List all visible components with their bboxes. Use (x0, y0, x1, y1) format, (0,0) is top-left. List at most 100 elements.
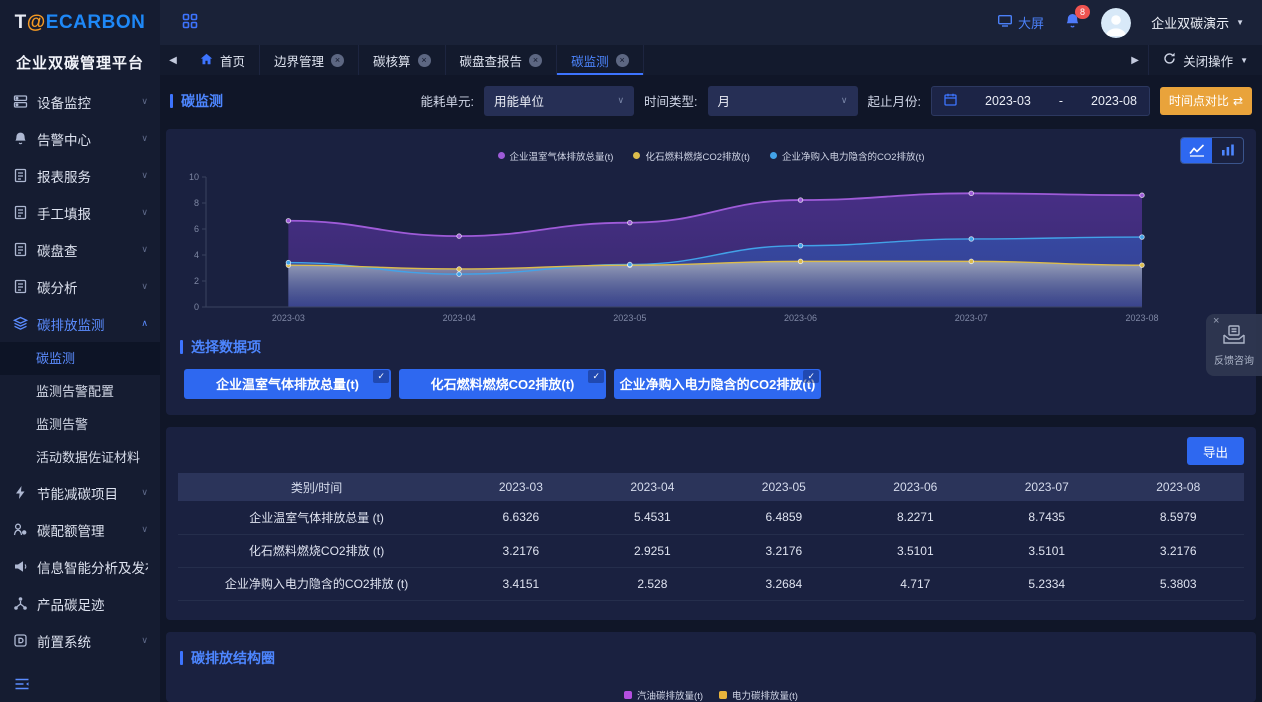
tab-close-icon[interactable]: × (331, 54, 344, 67)
notifications-button[interactable]: 8 (1064, 12, 1081, 33)
feedback-widget[interactable]: × 反馈咨询 (1206, 314, 1262, 376)
energy-unit-select[interactable]: 用能单位 ∨ (484, 86, 634, 116)
chevron-up-icon: ∧ (141, 318, 148, 329)
svg-text:8: 8 (194, 198, 199, 208)
table-row: 企业净购入电力隐含的CO2排放 (t) 3.4151 2.528 3.2684 … (178, 567, 1244, 600)
sidebar-collapse-toggle[interactable] (0, 668, 160, 702)
emissions-area-chart[interactable]: 02468102023-032023-042023-052023-062023-… (176, 165, 1260, 329)
tab-home[interactable]: 首页 (186, 45, 260, 75)
brand-logo[interactable]: T@ECARBON (0, 0, 160, 46)
table-header-cell: 2023-07 (981, 473, 1112, 501)
feedback-label: 反馈咨询 (1214, 352, 1254, 367)
legend-item[interactable]: 电力碳排放量(t) (719, 688, 798, 702)
platform-title: 企业双碳管理平台 (0, 46, 160, 83)
sidebar-item-manual-report[interactable]: 手工填报 ∨ (0, 194, 160, 231)
tabs-scroll-left[interactable]: ◀ (160, 45, 186, 75)
tab-close-icon[interactable]: × (616, 54, 629, 67)
sidebar-item-carbon-quota[interactable]: 碳配额管理 ∨ (0, 511, 160, 548)
bar-chart-toggle[interactable] (1212, 138, 1243, 163)
row-label: 企业净购入电力隐含的CO2排放 (t) (178, 567, 455, 600)
line-chart-toggle[interactable] (1181, 138, 1212, 163)
title-bar-decoration (170, 94, 173, 108)
tab-boundary-management[interactable]: 边界管理 × (260, 45, 359, 75)
time-compare-button[interactable]: 时间点对比 ⇄ (1160, 87, 1252, 115)
sidebar-item-label: 碳盘查 (37, 240, 141, 260)
tab-bar: ◀ 首页 边界管理 × 碳核算 × 碳盘查报告 × 碳监测 × ▶ (160, 45, 1262, 75)
refresh-icon (1163, 52, 1176, 68)
sidebar-subitem-carbon-monitoring[interactable]: 碳监测 (0, 342, 160, 375)
sidebar-item-carbon-emission-monitoring[interactable]: 碳排放监测 ∧ (0, 305, 160, 342)
table-cell: 3.2684 (718, 567, 849, 600)
sidebar-item-label: 设备监控 (37, 92, 141, 112)
legend-item[interactable]: 企业温室气体排放总量(t) (498, 149, 614, 163)
sidebar-item-alert-center[interactable]: 告警中心 ∨ (0, 120, 160, 157)
sidebar-item-label: 碳分析 (37, 277, 141, 297)
sidebar-item-label: 手工填报 (37, 203, 141, 223)
legend-item[interactable]: 企业净购入电力隐含的CO2排放(t) (770, 149, 925, 163)
sidebar-item-label: 报表服务 (37, 166, 141, 186)
legend-item[interactable]: 化石燃料燃烧CO2排放(t) (633, 149, 750, 163)
chevron-down-icon: ∨ (841, 95, 848, 106)
notification-badge: 8 (1075, 5, 1090, 19)
month-range-label: 起止月份: (868, 91, 921, 110)
sidebar-item-device-monitoring[interactable]: 设备监控 ∨ (0, 83, 160, 120)
sidebar-subitem-activity-data-materials[interactable]: 活动数据佐证材料 (0, 441, 160, 474)
data-item-fossil-co2-button[interactable]: 化石燃料燃烧CO2排放(t) ✓ (399, 369, 606, 399)
account-menu[interactable]: 企业双碳演示 ▼ (1151, 13, 1244, 32)
sidebar-item-carbon-analysis[interactable]: 碳分析 ∨ (0, 268, 160, 305)
top-header: 大屏 8 企业双碳演示 ▼ (160, 0, 1262, 45)
app-grid-icon[interactable] (182, 13, 198, 32)
legend-item[interactable]: 汽油碳排放量(t) (624, 688, 703, 702)
sidebar-subitem-monitor-alert-config[interactable]: 监测告警配置 (0, 375, 160, 408)
chart-type-toggle (1180, 137, 1244, 164)
data-item-ghg-total-button[interactable]: 企业温室气体排放总量(t) ✓ (184, 369, 391, 399)
export-button[interactable]: 导出 (1187, 437, 1244, 465)
time-type-select[interactable]: 月 ∨ (708, 86, 858, 116)
sidebar-item-carbon-inventory[interactable]: 碳盘查 ∨ (0, 231, 160, 268)
tab-close-icon[interactable]: × (418, 54, 431, 67)
sidebar-item-info-analysis-release[interactable]: 信息智能分析及发布 (0, 548, 160, 585)
sidebar-subitem-monitor-alert[interactable]: 监测告警 (0, 408, 160, 441)
svg-text:0: 0 (194, 302, 199, 312)
row-label: 化石燃料燃烧CO2排放 (t) (178, 534, 455, 567)
tab-carbon-accounting[interactable]: 碳核算 × (359, 45, 446, 75)
sidebar-item-front-system[interactable]: 前置系统 ∨ (0, 622, 160, 659)
main-area: 大屏 8 企业双碳演示 ▼ ◀ 首页 边界管理 × (160, 0, 1262, 702)
close-icon[interactable]: × (1213, 315, 1219, 327)
data-item-electricity-co2-button[interactable]: 企业净购入电力隐含的CO2排放(t) ✓ (614, 369, 821, 399)
svg-text:2023-07: 2023-07 (955, 313, 988, 323)
range-end-value[interactable]: 2023-08 (1091, 94, 1137, 108)
svg-text:10: 10 (189, 172, 199, 182)
chevron-down-icon: ∨ (141, 133, 148, 144)
tab-label: 边界管理 (274, 51, 324, 70)
tab-inventory-report[interactable]: 碳盘查报告 × (446, 45, 558, 75)
avatar[interactable] (1101, 8, 1131, 38)
calendar-icon (944, 93, 957, 109)
tab-carbon-monitoring[interactable]: 碳监测 × (557, 45, 644, 75)
table-cell: 5.3803 (1113, 567, 1245, 600)
sidebar-item-label: 碳排放监测 (37, 314, 141, 334)
tabs-scroll-right[interactable]: ▶ (1122, 45, 1148, 75)
month-range-picker[interactable]: 2023-03 - 2023-08 (931, 86, 1150, 116)
table-cell: 3.2176 (718, 534, 849, 567)
system-box-icon (12, 633, 28, 649)
range-start-value[interactable]: 2023-03 (985, 94, 1031, 108)
close-operations-label: 关闭操作 (1183, 51, 1233, 70)
time-type-label: 时间类型: (644, 91, 697, 110)
legend-label: 企业温室气体排放总量(t) (510, 149, 614, 163)
chevron-down-icon: ∨ (141, 96, 148, 107)
tab-label: 碳盘查报告 (460, 51, 523, 70)
big-screen-button[interactable]: 大屏 (998, 13, 1044, 32)
table-cell: 2.528 (587, 567, 718, 600)
chevron-down-icon: ∨ (141, 170, 148, 181)
sidebar-subitem-label: 监测告警 (36, 417, 88, 432)
sidebar-item-report-service[interactable]: 报表服务 ∨ (0, 157, 160, 194)
bell-icon (12, 131, 28, 147)
data-item-buttons: 企业温室气体排放总量(t) ✓ 化石燃料燃烧CO2排放(t) ✓ 企业净购入电力… (184, 369, 1238, 399)
close-operations-menu[interactable]: 关闭操作 ▼ (1148, 45, 1262, 75)
table-cell: 4.717 (850, 567, 981, 600)
sidebar-item-energy-saving-projects[interactable]: 节能减碳项目 ∨ (0, 474, 160, 511)
sidebar-item-product-footprint[interactable]: 产品碳足迹 (0, 585, 160, 622)
tab-close-icon[interactable]: × (529, 54, 542, 67)
legend-label: 汽油碳排放量(t) (637, 688, 703, 702)
